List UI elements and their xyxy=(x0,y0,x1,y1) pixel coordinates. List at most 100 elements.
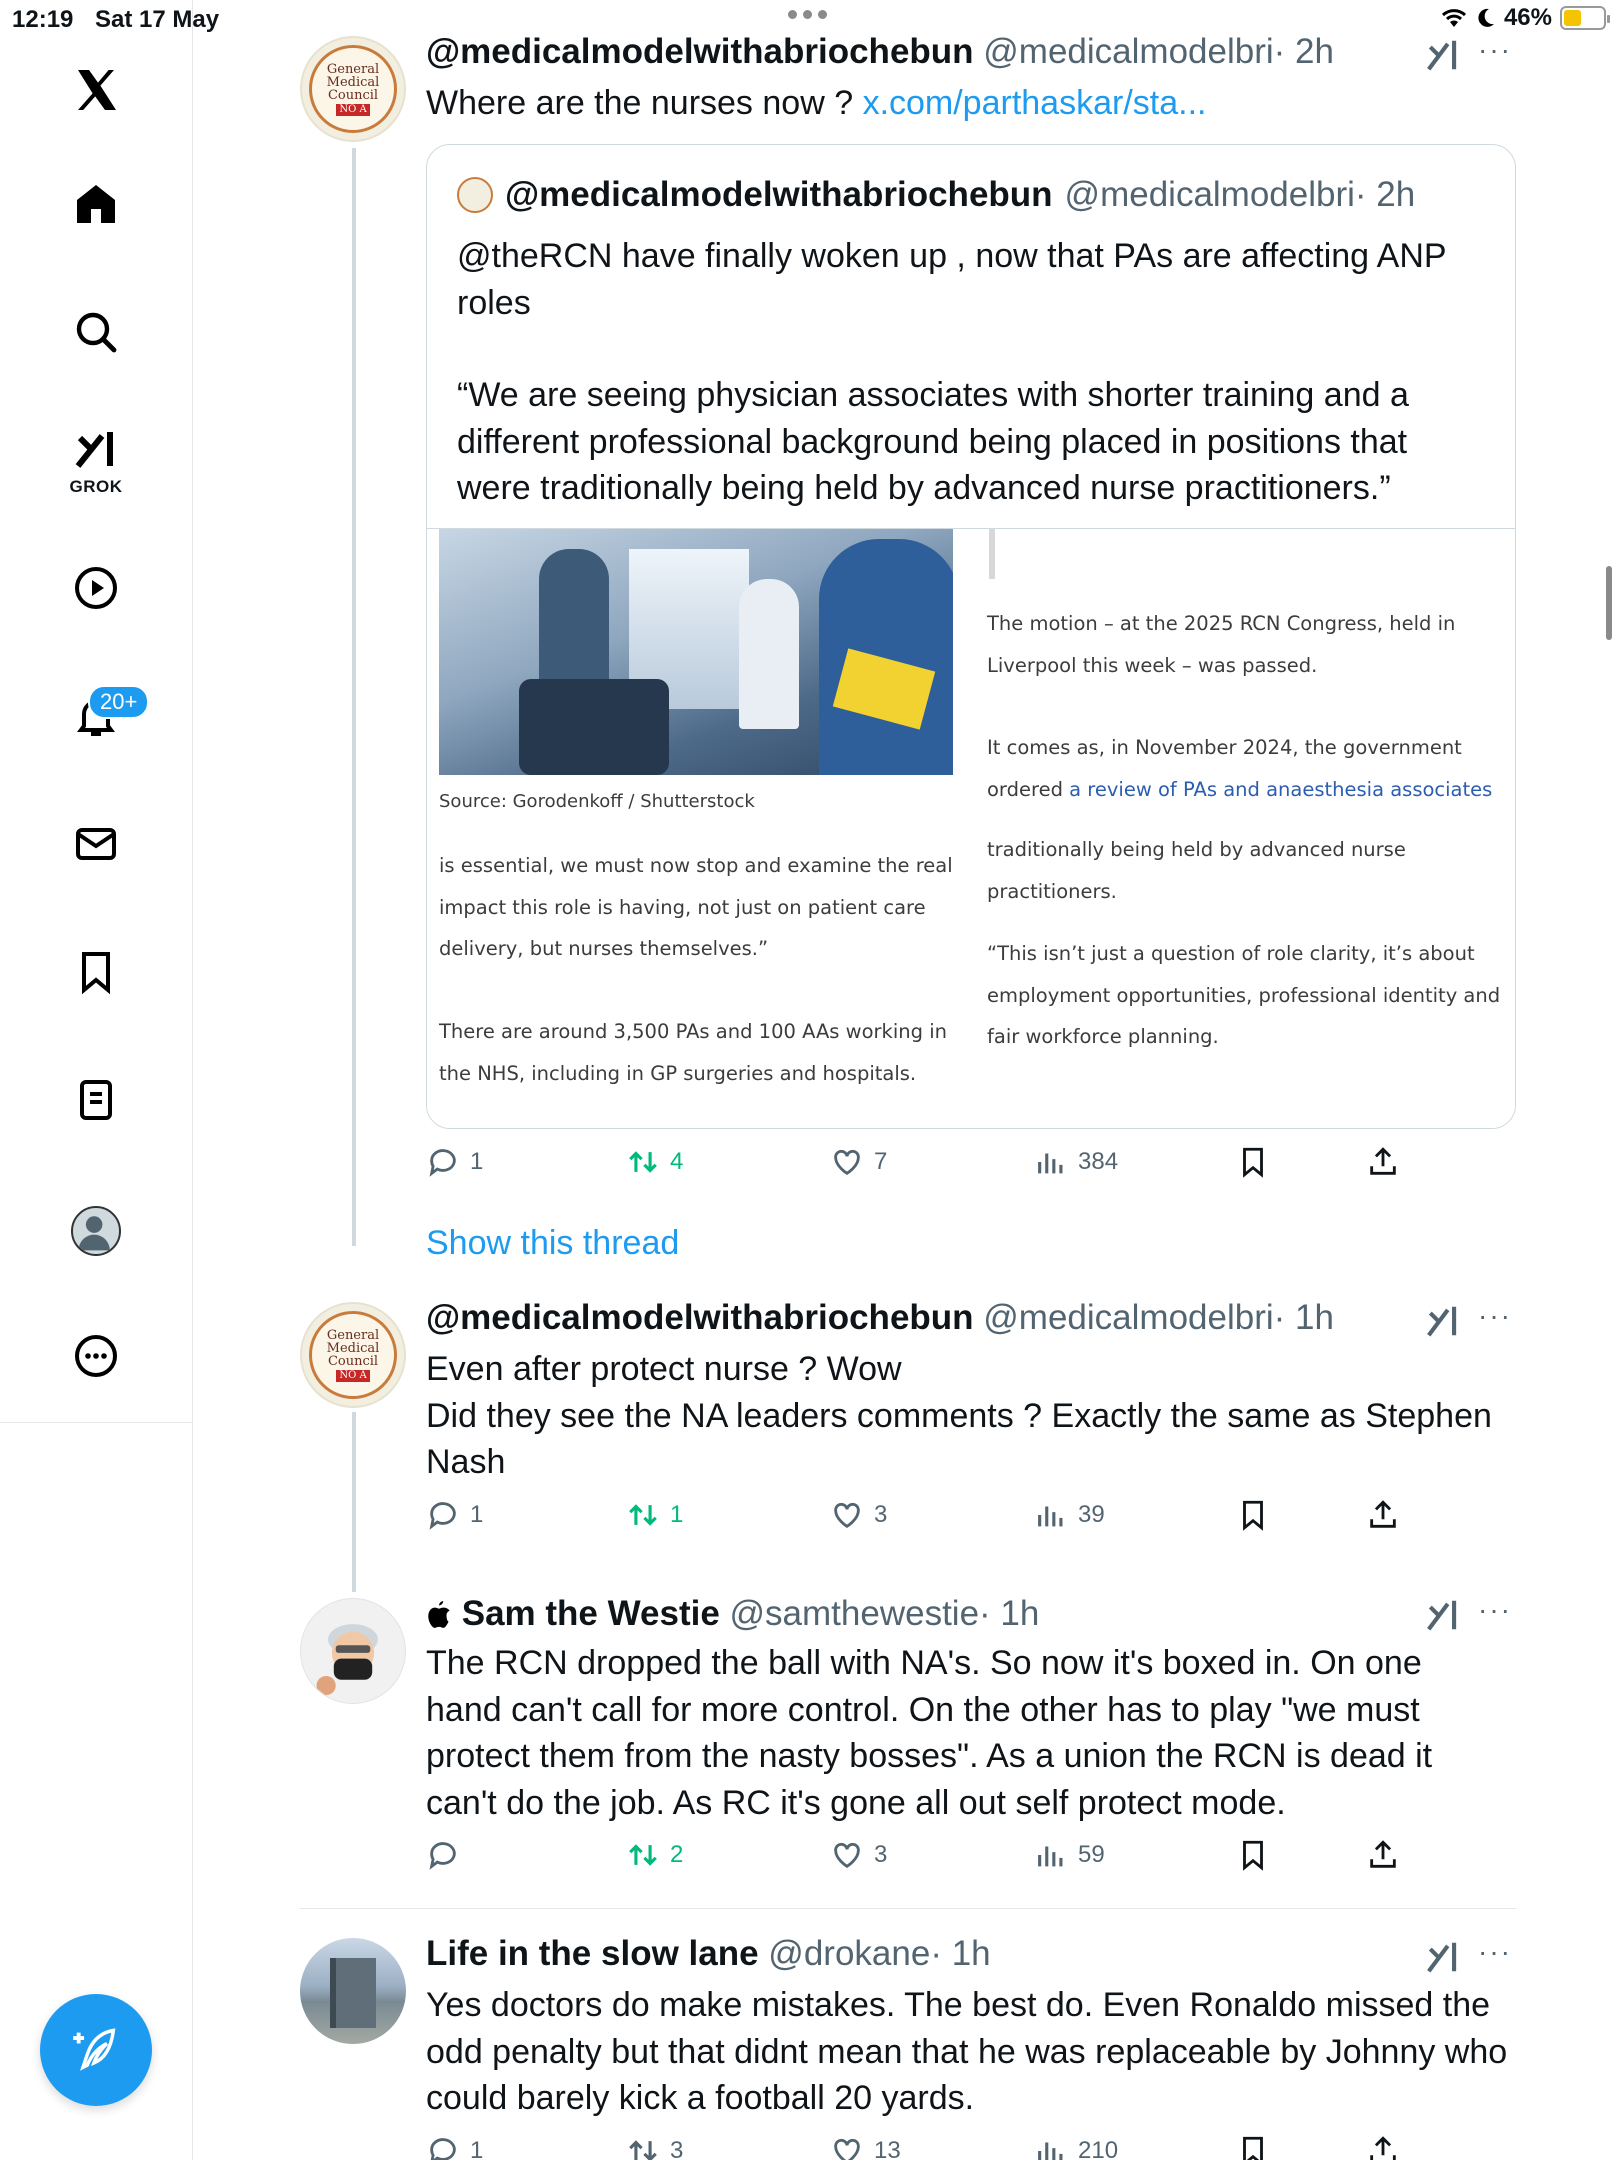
like-button[interactable]: 13 xyxy=(830,2134,901,2160)
avatar-medicalmodel[interactable]: General Medical Council NO A xyxy=(300,1302,406,1408)
tweet-header: @medicalmodelwithabriochebun @medicalmod… xyxy=(426,1298,1334,1338)
post-time: · 2h xyxy=(1273,32,1334,71)
article-right-para: traditionally being held by advanced nur… xyxy=(987,838,1406,903)
share-button[interactable] xyxy=(1366,1838,1400,1872)
tweet-actions: 1 3 13 210 xyxy=(426,2134,1426,2160)
views-button[interactable]: 210 xyxy=(1034,2134,1118,2160)
author-handle[interactable]: @medicalmodelbri xyxy=(983,1298,1273,1337)
share-icon xyxy=(1370,1500,1396,1528)
bookmark-button[interactable] xyxy=(1236,2134,1270,2160)
avatar-medicalmodel[interactable]: General Medical Council NO A xyxy=(300,36,406,142)
grok-icon[interactable] xyxy=(1424,1596,1462,1634)
bookmark-button[interactable] xyxy=(1236,1498,1270,1532)
repost-button[interactable]: 2 xyxy=(626,1838,683,1872)
repost-button[interactable]: 1 xyxy=(626,1498,683,1532)
show-thread-link[interactable]: Show this thread xyxy=(426,1224,679,1263)
tweet-text: Where are the nurses now ? x.com/parthas… xyxy=(426,84,1207,122)
share-button[interactable] xyxy=(1366,1145,1400,1179)
sidebar-divider xyxy=(192,1423,193,2160)
bookmark-icon xyxy=(1243,1500,1263,1531)
grok-icon[interactable] xyxy=(1424,36,1462,74)
x-logo-icon[interactable] xyxy=(66,60,126,120)
share-button[interactable] xyxy=(1366,2134,1400,2160)
more-options-icon[interactable] xyxy=(66,1326,126,1386)
author-name[interactable]: @medicalmodelwithabriochebun xyxy=(426,1298,974,1337)
author-name[interactable]: @medicalmodelwithabriochebun xyxy=(426,32,974,71)
views-button[interactable]: 39 xyxy=(1034,1498,1105,1532)
video-icon[interactable] xyxy=(66,558,126,618)
repost-button[interactable]: 4 xyxy=(626,1145,683,1179)
multitasking-dots[interactable] xyxy=(788,10,827,19)
more-options-icon[interactable]: ··· xyxy=(1478,1936,1512,1968)
post-time: · 1h xyxy=(1273,1298,1334,1337)
author-handle[interactable]: @samthewestie xyxy=(730,1594,980,1633)
views-button[interactable]: 384 xyxy=(1034,1145,1118,1179)
sidebar: GROK 20+ xyxy=(0,0,193,1423)
quote-header: @medicalmodelwithabriochebun @medicalmod… xyxy=(457,175,1415,215)
avatar-life-in-the-slow-lane[interactable] xyxy=(300,1938,406,2044)
quote-tweet-card[interactable]: @medicalmodelwithabriochebun @medicalmod… xyxy=(426,144,1516,1129)
author-handle[interactable]: @medicalmodelbri xyxy=(983,32,1273,71)
reply-icon xyxy=(429,1502,456,1530)
heart-icon xyxy=(834,2138,860,2160)
article-right-para: “This isn’t just a question of role clar… xyxy=(987,942,1501,1048)
bookmark-button[interactable] xyxy=(1236,1145,1270,1179)
lists-icon[interactable] xyxy=(66,1070,126,1130)
author-handle[interactable]: @drokane xyxy=(768,1934,930,1973)
author-name[interactable]: Sam the Westie xyxy=(462,1594,720,1633)
views-button[interactable]: 59 xyxy=(1034,1838,1105,1872)
analytics-icon xyxy=(1038,2142,1063,2160)
home-icon[interactable] xyxy=(66,174,126,234)
repost-icon xyxy=(629,2140,657,2160)
search-icon[interactable] xyxy=(66,302,126,362)
more-options-icon[interactable]: ··· xyxy=(1478,1300,1512,1332)
repost-icon xyxy=(629,1844,657,1866)
messages-mail-icon[interactable] xyxy=(66,814,126,874)
bookmark-button[interactable] xyxy=(1236,1838,1270,1872)
like-button[interactable]: 3 xyxy=(830,1498,887,1532)
moon-icon xyxy=(1478,8,1494,27)
grok-icon[interactable] xyxy=(1424,1302,1462,1340)
battery-icon xyxy=(1560,6,1610,30)
tweet-header: Sam the Westie @samthewestie· 1h xyxy=(426,1594,1039,1634)
more-options-icon[interactable]: ··· xyxy=(1478,1594,1512,1626)
quote-author-name: @medicalmodelwithabriochebun xyxy=(505,175,1053,214)
profile-avatar[interactable] xyxy=(71,1206,121,1256)
more-options-icon[interactable]: ··· xyxy=(1478,34,1512,66)
scrollbar[interactable] xyxy=(1606,566,1612,640)
reply-button[interactable]: 1 xyxy=(426,1145,483,1179)
analytics-icon xyxy=(1038,1846,1063,1867)
quote-bar xyxy=(989,529,995,579)
avatar-sam-the-westie[interactable] xyxy=(300,1598,406,1704)
reply-button[interactable]: 1 xyxy=(426,2134,483,2160)
notifications-badge: 20+ xyxy=(88,685,150,719)
post-time: · 1h xyxy=(930,1934,991,1973)
bookmark-icon xyxy=(1243,1840,1263,1871)
like-button[interactable]: 3 xyxy=(830,1838,887,1872)
article-left-para: There are around 3,500 PAs and 100 AAs w… xyxy=(439,1020,947,1085)
reply-icon xyxy=(429,1842,456,1870)
analytics-icon xyxy=(1038,1506,1063,1527)
reply-button[interactable]: 1 xyxy=(426,1498,483,1532)
bookmark-icon[interactable] xyxy=(66,942,126,1002)
like-button[interactable]: 7 xyxy=(830,1145,887,1179)
share-button[interactable] xyxy=(1366,1498,1400,1532)
status-indicators: 46% xyxy=(1440,4,1610,32)
reply-icon xyxy=(429,1149,456,1177)
repost-icon xyxy=(629,1151,657,1173)
compose-post-button[interactable] xyxy=(40,1994,152,2106)
reply-icon xyxy=(430,2138,456,2160)
author-name[interactable]: Life in the slow lane xyxy=(426,1934,759,1973)
repost-icon xyxy=(629,1504,657,1526)
grok-icon[interactable] xyxy=(1424,1938,1462,1976)
bookmark-icon xyxy=(1243,1147,1263,1178)
grok-icon[interactable] xyxy=(66,420,126,480)
reply-button[interactable] xyxy=(426,1838,470,1872)
tweet-link[interactable]: x.com/parthaskar/sta... xyxy=(863,84,1207,122)
grok-label[interactable]: GROK xyxy=(56,477,136,497)
article-screenshot-image[interactable]: Source: Gorodenkoff / Shutterstock is es… xyxy=(427,528,1515,1128)
post-time: · 1h xyxy=(979,1594,1040,1633)
repost-button[interactable]: 3 xyxy=(626,2134,683,2160)
tweet-text: Yes doctors do make mistakes. The best d… xyxy=(426,1986,1508,2117)
share-icon xyxy=(1370,1840,1396,1868)
